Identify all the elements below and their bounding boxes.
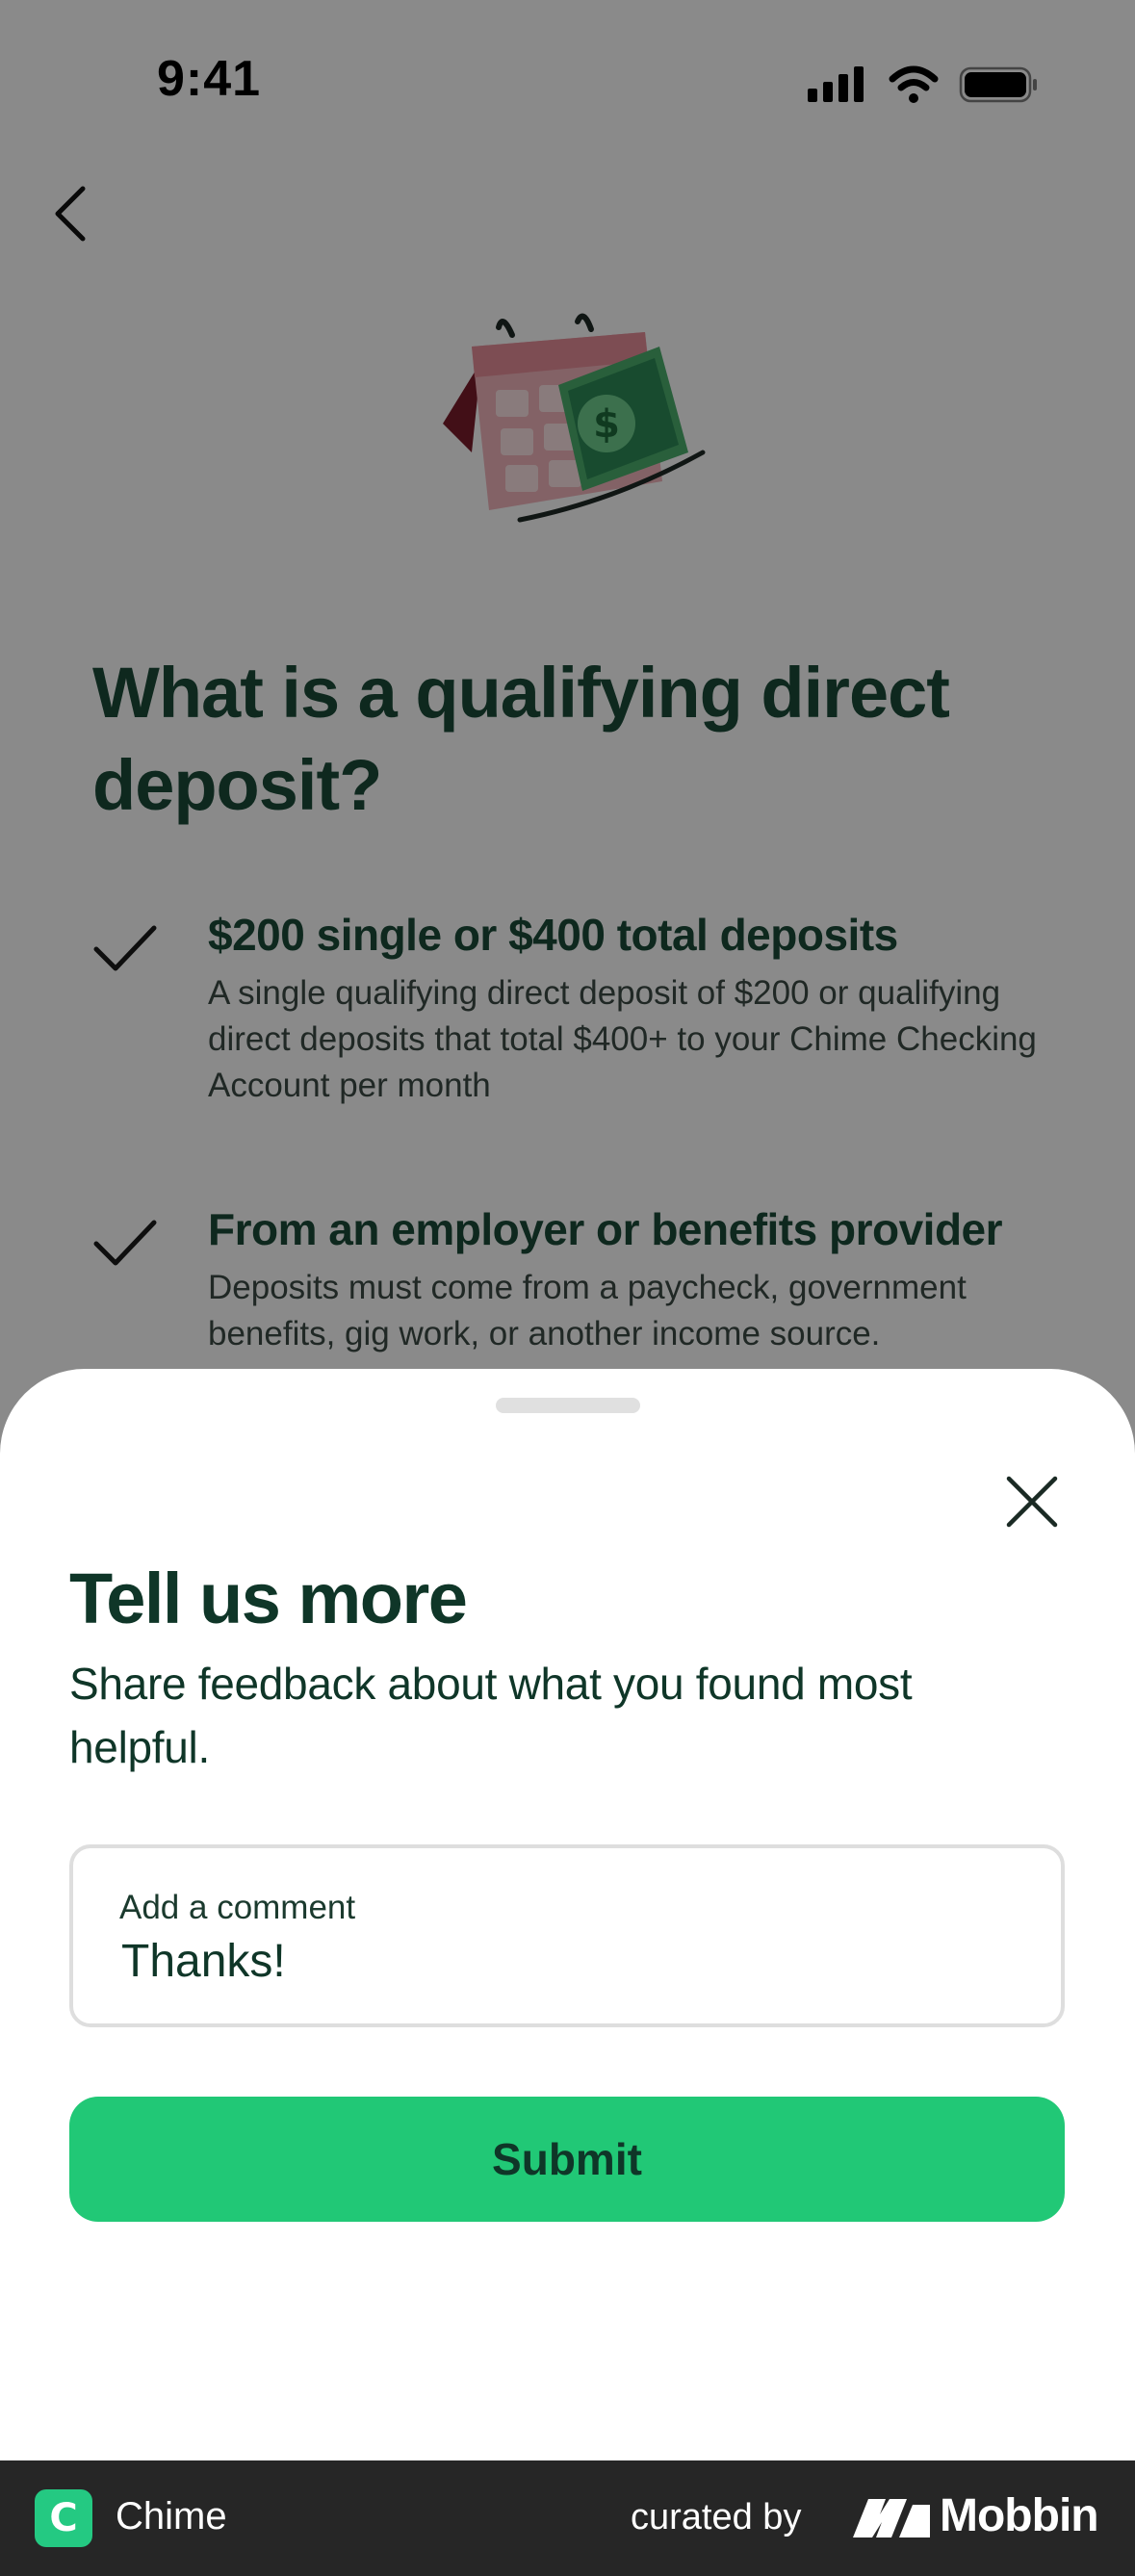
mobbin-logo-icon — [853, 2499, 930, 2537]
mobbin-brand: Mobbin — [940, 2490, 1099, 2541]
chime-logo-letter: C — [49, 2496, 78, 2540]
close-icon — [1006, 1476, 1058, 1528]
sheet-title: Tell us more — [69, 1558, 468, 1638]
sheet-drag-handle[interactable] — [496, 1398, 640, 1413]
submit-button[interactable]: Submit — [69, 2097, 1065, 2222]
comment-input[interactable]: Thanks! — [121, 1935, 286, 1988]
comment-field[interactable]: Add a comment Thanks! — [69, 1844, 1065, 2027]
curated-by-label: curated by — [631, 2497, 802, 2537]
attribution-footer: C Chime curated by Mobbin — [0, 2460, 1135, 2576]
chime-logo: C — [35, 2489, 92, 2547]
close-button[interactable] — [993, 1463, 1071, 1540]
app-name: Chime — [116, 2495, 227, 2537]
comment-label: Add a comment — [119, 1889, 356, 1926]
sheet-subtitle: Share feedback about what you found most… — [69, 1659, 913, 1772]
feedback-sheet: Tell us more Share feedback about what y… — [0, 1369, 1135, 2460]
